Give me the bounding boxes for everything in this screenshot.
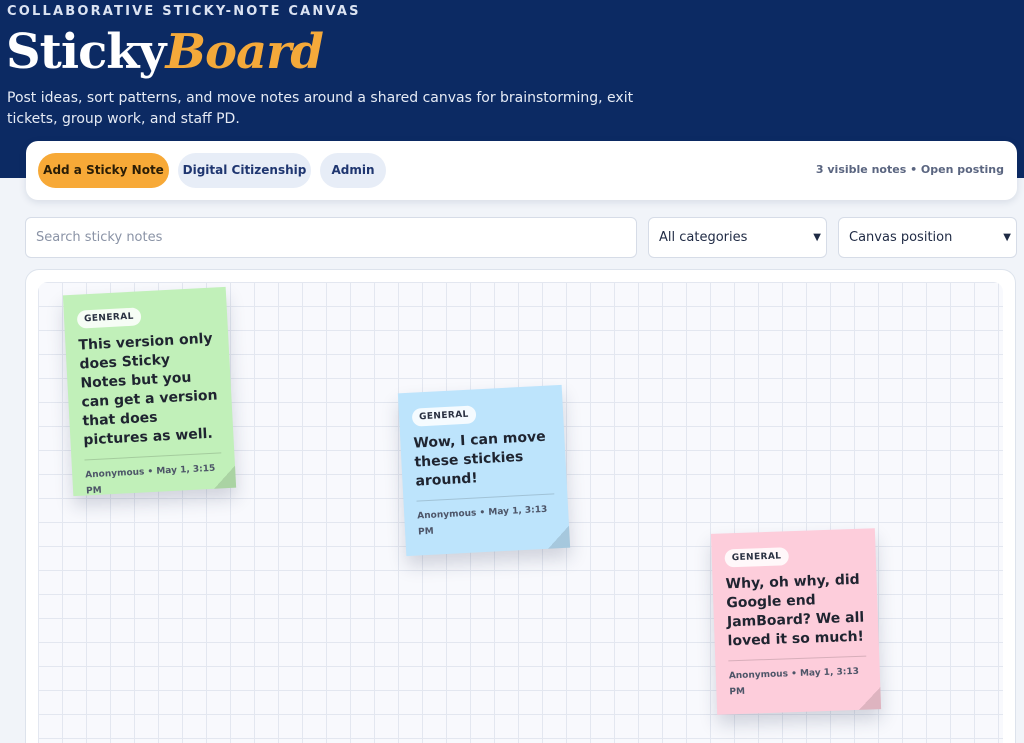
note-text: Why, oh why, did Google end JamBoard? We…	[725, 571, 865, 650]
note-divider	[728, 655, 867, 662]
sticky-note[interactable]: GENERAL Wow, I can move these stickies a…	[397, 384, 571, 557]
note-category-tag: GENERAL	[411, 405, 477, 427]
chevron-down-icon: ▼	[1003, 232, 1011, 243]
note-fold-corner	[213, 465, 237, 489]
sticky-note[interactable]: GENERAL This version only does Sticky No…	[62, 286, 237, 496]
note-fold-corner	[858, 687, 882, 710]
tab-admin[interactable]: Admin	[320, 153, 386, 188]
note-category-tag: GENERAL	[76, 307, 142, 329]
search-input[interactable]: Search sticky notes	[25, 217, 637, 258]
note-category-tag: GENERAL	[724, 547, 789, 568]
sticky-note[interactable]: GENERAL Why, oh why, did Google end JamB…	[710, 528, 882, 715]
note-meta: Anonymous • May 1, 3:13 PM	[728, 666, 860, 698]
brand-title: StickyBoard	[6, 24, 324, 84]
sort-select[interactable]: Canvas position ▼	[838, 217, 1017, 258]
note-meta: Anonymous • May 1, 3:13 PM	[417, 504, 548, 538]
note-fold-corner	[547, 525, 571, 549]
search-placeholder: Search sticky notes	[36, 230, 163, 245]
tab-digital-citizenship[interactable]: Digital Citizenship	[178, 153, 311, 188]
sort-select-value: Canvas position	[849, 230, 953, 245]
category-select[interactable]: All categories ▼	[648, 217, 827, 258]
tagline: Post ideas, sort patterns, and move note…	[7, 90, 634, 127]
eyebrow-text: COLLABORATIVE STICKY-NOTE CANVAS	[7, 4, 361, 19]
note-text: This version only does Sticky Notes but …	[78, 330, 218, 449]
note-text: Wow, I can move these stickies around!	[413, 428, 547, 490]
note-divider	[416, 493, 555, 502]
note-divider	[84, 452, 222, 461]
brand-word-1: Sticky	[6, 24, 166, 80]
add-sticky-note-button[interactable]: Add a Sticky Note	[38, 153, 169, 188]
toolbar: Add a Sticky Note Digital Citizenship Ad…	[26, 141, 1017, 200]
status-text: 3 visible notes • Open posting	[815, 163, 1004, 176]
category-select-value: All categories	[659, 230, 748, 245]
chevron-down-icon: ▼	[813, 232, 821, 243]
brand-word-2: Board	[165, 24, 324, 80]
